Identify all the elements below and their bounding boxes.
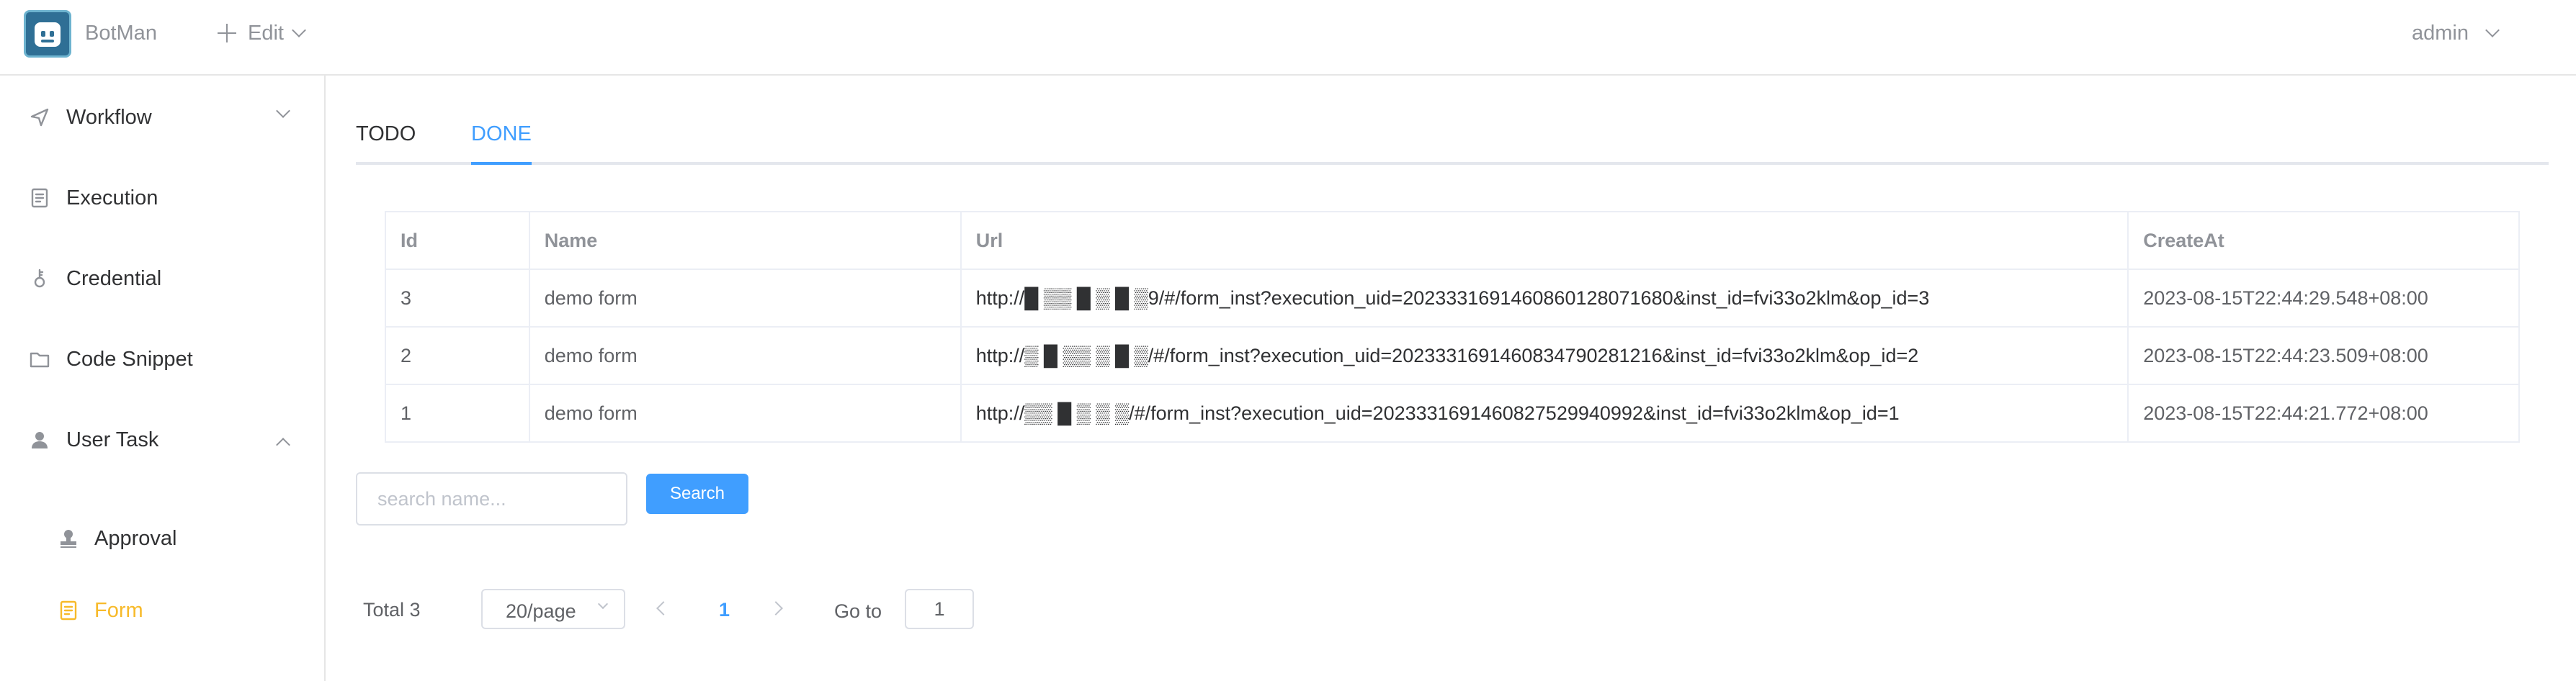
stamp-icon [61,530,76,548]
pagination-total: Total 3 [363,599,421,621]
tab-done[interactable]: DONE [471,116,532,165]
main-content: TODO DONE Id Name Url CreateAt 3 demo fo… [326,76,2576,681]
sidebar-item-label: Execution [66,186,158,209]
column-header-id: Id [385,211,530,270]
page-number-current[interactable]: 1 [719,599,730,621]
cell-id: 3 [385,269,530,328]
form-table: Id Name Url CreateAt 3 demo form http://… [385,211,2520,443]
cell-createat: 2023-08-15T22:44:23.509+08:00 [2127,326,2520,385]
sidebar-item-execution[interactable]: Execution [0,169,324,227]
sidebar-item-code-snippet[interactable]: Code Snippet [0,330,324,388]
column-header-url: Url [960,211,2129,270]
chevron-down-icon [597,598,609,610]
sidebar-item-user-task[interactable]: User Task [0,411,324,469]
sidebar-item-label: Approval [94,526,177,550]
botman-logo-icon[interactable] [24,10,71,58]
plus-icon [216,22,238,44]
cell-id: 2 [385,326,530,385]
cell-url[interactable]: http://▒▒ █ ▒ ▒ ▒/#/form_inst?execution_… [960,384,2129,443]
chevron-down-icon [292,23,306,37]
cell-name: demo form [528,326,962,385]
edit-menu-label: Edit [248,21,284,45]
top-header: BotMan Edit admin [0,0,2576,76]
table-row[interactable]: 3 demo form http://█ ▒▒ █ ▒ █ ▒9/#/form_… [385,269,2520,328]
sidebar-item-form[interactable]: Form [0,582,324,639]
key-icon [34,269,45,288]
sidebar-item-workflow[interactable]: Workflow [0,89,324,146]
sidebar-item-label: Workflow [66,105,152,129]
sidebar-item-label: Credential [66,266,162,290]
next-page-icon[interactable] [769,601,783,615]
table-row[interactable]: 2 demo form http://▒ █ ▒▒ ▒ █ ▒/#/form_i… [385,326,2520,385]
document-icon [31,188,48,208]
chevron-down-icon [2485,23,2500,37]
goto-page-input[interactable] [905,589,974,629]
goto-label: Go to [834,600,882,622]
sidebar-item-approval[interactable]: Approval [0,510,324,567]
user-icon [32,432,48,448]
column-header-name: Name [528,211,962,270]
edit-menu[interactable]: Edit [216,17,306,49]
search-input[interactable] [356,472,627,526]
chevron-down-icon [276,104,290,118]
tab-todo[interactable]: TODO [356,116,416,162]
sidebar-item-label: Form [94,598,143,622]
chevron-up-icon [276,438,290,452]
sidebar: Workflow Execution Credential Code Snipp… [0,76,326,681]
form-icon [60,600,77,621]
sidebar-item-label: Code Snippet [66,347,193,371]
cell-id: 1 [385,384,530,443]
cell-name: demo form [528,269,962,328]
prev-page-icon[interactable] [656,601,671,615]
brand-name: BotMan [85,22,157,45]
user-menu[interactable]: admin [2412,17,2500,49]
table-header-row: Id Name Url CreateAt [385,211,2520,270]
tab-bar: TODO DONE [356,116,2549,165]
column-header-createat: CreateAt [2127,211,2520,270]
user-name: admin [2412,21,2469,45]
sidebar-item-credential[interactable]: Credential [0,250,324,307]
sidebar-item-label: User Task [66,428,159,451]
cell-url[interactable]: http://█ ▒▒ █ ▒ █ ▒9/#/form_inst?executi… [960,269,2129,328]
cell-createat: 2023-08-15T22:44:21.772+08:00 [2127,384,2520,443]
search-button[interactable]: Search [646,474,748,514]
page-size-value: 20/page [506,600,576,622]
cell-name: demo form [528,384,962,443]
page-size-select[interactable]: 20/page [481,589,625,629]
cell-url[interactable]: http://▒ █ ▒▒ ▒ █ ▒/#/form_inst?executio… [960,326,2129,385]
cell-createat: 2023-08-15T22:44:29.548+08:00 [2127,269,2520,328]
table-row[interactable]: 1 demo form http://▒▒ █ ▒ ▒ ▒/#/form_ins… [385,384,2520,443]
folder-icon [30,352,50,368]
navigation-icon [30,108,49,127]
